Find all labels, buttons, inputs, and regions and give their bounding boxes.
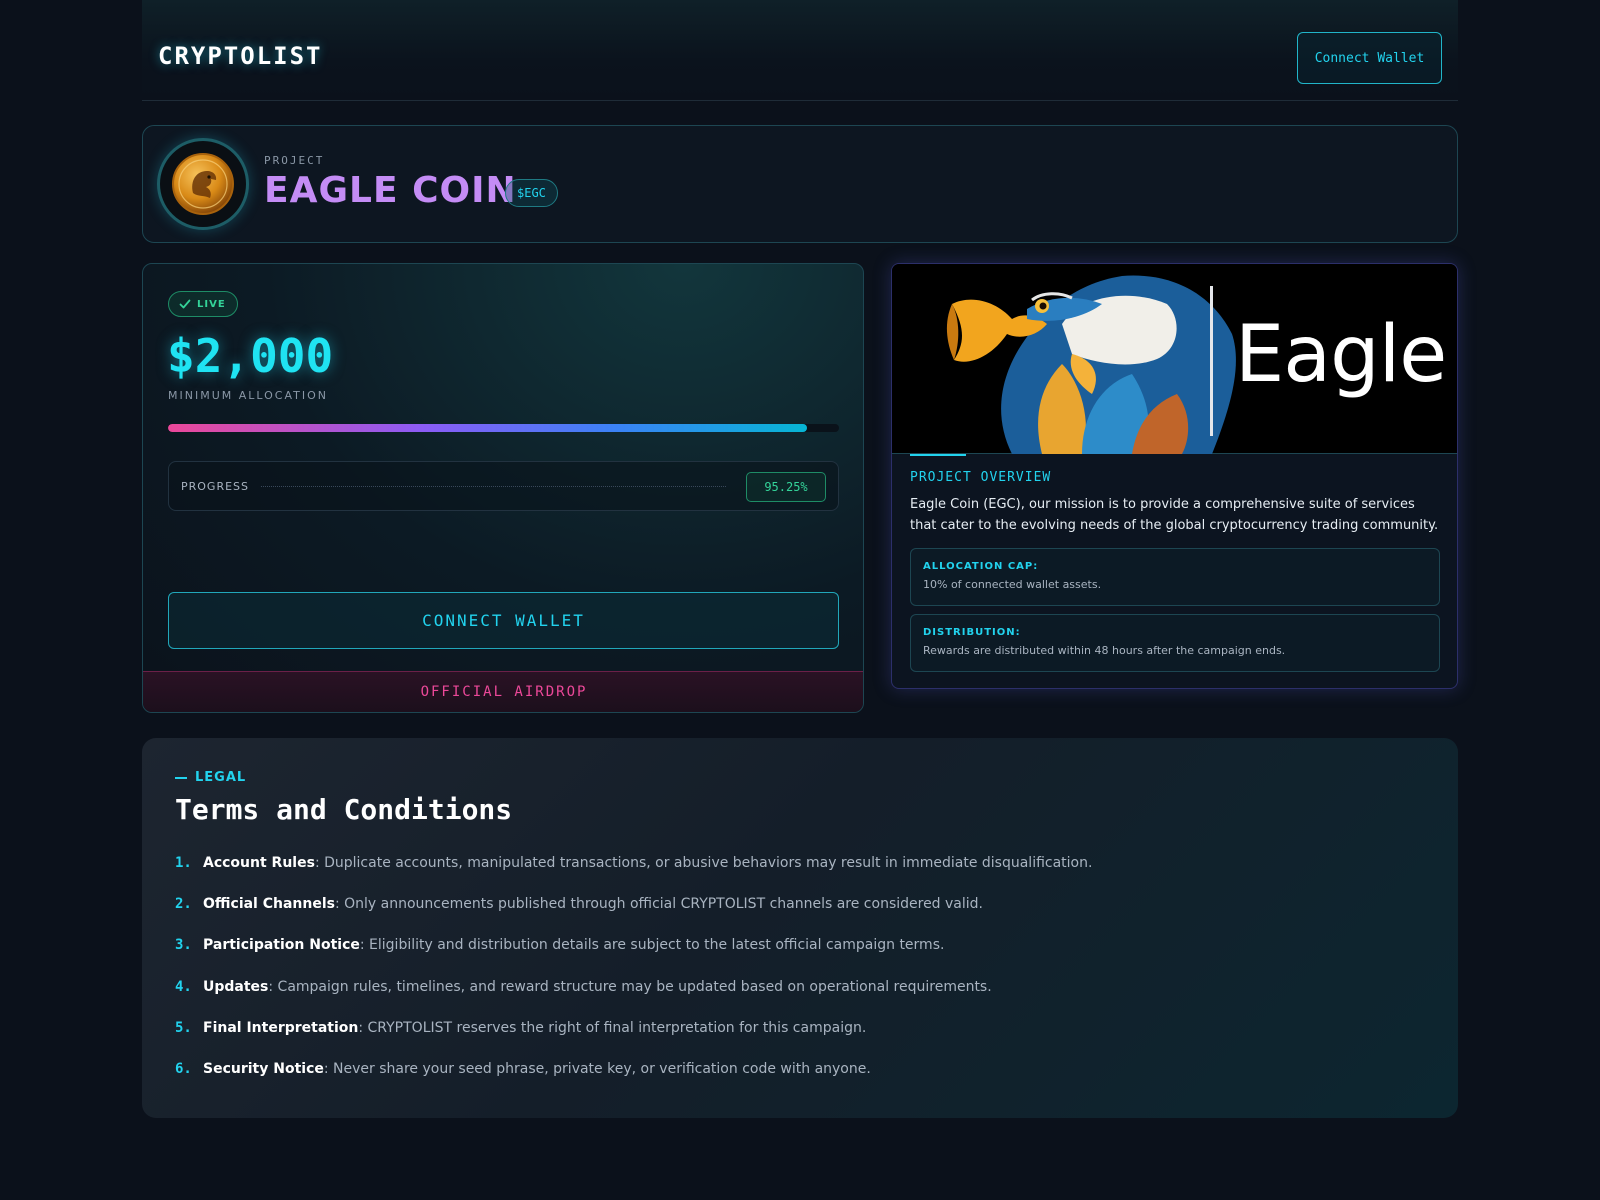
live-badge: LIVE <box>168 291 238 317</box>
term-number: 5. <box>175 1020 192 1036</box>
site-header: CRYPTOLIST Connect Wallet <box>142 0 1458 101</box>
distribution-value: Rewards are distributed within 48 hours … <box>923 644 1286 657</box>
allocation-card: LIVE $2,000 MINIMUM ALLOCATION PROGRESS … <box>142 263 864 713</box>
page: CRYPTOLIST Connect Wallet PROJECT EAGLE … <box>142 0 1458 1200</box>
term-text: : Only announcements published through o… <box>334 896 984 912</box>
hero-brand-word: Eagle <box>1235 310 1447 400</box>
term-text: : CRYPTOLIST reserves the right of final… <box>358 1020 867 1036</box>
distribution-label: DISTRIBUTION: <box>923 627 1021 638</box>
eagle-illustration <box>946 275 1236 454</box>
overview-accent-line <box>910 454 966 456</box>
term-title: Security Notice <box>203 1061 324 1077</box>
live-badge-label: LIVE <box>197 298 226 310</box>
term-number: 2. <box>175 896 192 912</box>
term-title: Official Channels <box>203 896 335 912</box>
allocation-cap-value: 10% of connected wallet assets. <box>923 578 1102 591</box>
allocation-amount: $2,000 <box>167 329 334 383</box>
eagle-coin-icon <box>157 138 249 230</box>
legal-eyebrow: LEGAL <box>175 770 246 785</box>
term-title: Updates <box>203 979 269 995</box>
term-number: 4. <box>175 979 192 995</box>
official-airdrop-footer: OFFICIAL AIRDROP <box>143 671 863 712</box>
term-number: 3. <box>175 937 192 953</box>
allocation-cap-box: ALLOCATION CAP: 10% of connected wallet … <box>910 548 1440 606</box>
header-connect-wallet-button[interactable]: Connect Wallet <box>1297 32 1442 84</box>
term-number: 1. <box>175 855 192 871</box>
term-item: 5. Final Interpretation: CRYPTOLIST reser… <box>175 1020 1425 1042</box>
term-item: 4. Updates: Campaign rules, timelines, an… <box>175 979 1425 1001</box>
term-item: 3. Participation Notice: Eligibility and … <box>175 937 1425 959</box>
progress-percent-badge: 95.25% <box>746 472 826 502</box>
site-logo[interactable]: CRYPTOLIST <box>158 42 323 70</box>
progress-bar-fill <box>168 424 808 432</box>
overview-text: Eagle Coin (EGC), our mission is to prov… <box>910 497 1439 533</box>
terms-title: Terms and Conditions <box>175 793 513 826</box>
term-item: 1. Account Rules: Duplicate accounts, man… <box>175 855 1425 877</box>
connect-wallet-button[interactable]: CONNECT WALLET <box>168 592 839 649</box>
coin-avatar-graphic <box>172 153 234 215</box>
progress-bar <box>168 424 839 432</box>
eagle-hero-image: Eagle <box>892 264 1457 454</box>
term-number: 6. <box>175 1061 192 1077</box>
term-item: 2. Official Channels: Only announcements … <box>175 896 1425 918</box>
hero-divider <box>1210 286 1213 436</box>
terms-section: LEGAL Terms and Conditions 1. Account Rul… <box>142 738 1458 1118</box>
distribution-box: DISTRIBUTION: Rewards are distributed wi… <box>910 614 1440 672</box>
term-title: Final Interpretation <box>203 1020 359 1036</box>
term-title: Account Rules <box>203 855 315 871</box>
progress-leader-dots <box>261 486 726 487</box>
overview-card: Eagle PROJECT OVERVIEW Eagle Coin (EGC),… <box>891 263 1458 689</box>
term-title: Participation Notice <box>203 937 360 953</box>
term-text: : Campaign rules, timelines, and reward … <box>268 979 992 995</box>
term-text: : Never share your seed phrase, private … <box>323 1061 871 1077</box>
allocation-cap-label: ALLOCATION CAP: <box>923 561 1039 572</box>
term-item: 6. Security Notice: Never share your seed… <box>175 1061 1425 1083</box>
progress-label: PROGRESS <box>181 480 250 493</box>
project-name: EAGLE COIN <box>264 170 517 211</box>
project-label: PROJECT <box>264 154 325 167</box>
project-banner: PROJECT EAGLE COIN $EGC <box>142 125 1458 243</box>
overview-title: PROJECT OVERVIEW <box>910 470 1052 485</box>
ticker-badge: $EGC <box>505 179 558 207</box>
check-icon <box>179 299 191 309</box>
allocation-amount-label: MINIMUM ALLOCATION <box>168 389 328 402</box>
legal-label: LEGAL <box>195 770 247 785</box>
term-text: : Eligibility and distribution details a… <box>359 937 945 953</box>
term-text: : Duplicate accounts, manipulated transa… <box>314 855 1093 871</box>
progress-row: PROGRESS 95.25% <box>168 461 839 511</box>
legal-dash <box>175 776 187 779</box>
